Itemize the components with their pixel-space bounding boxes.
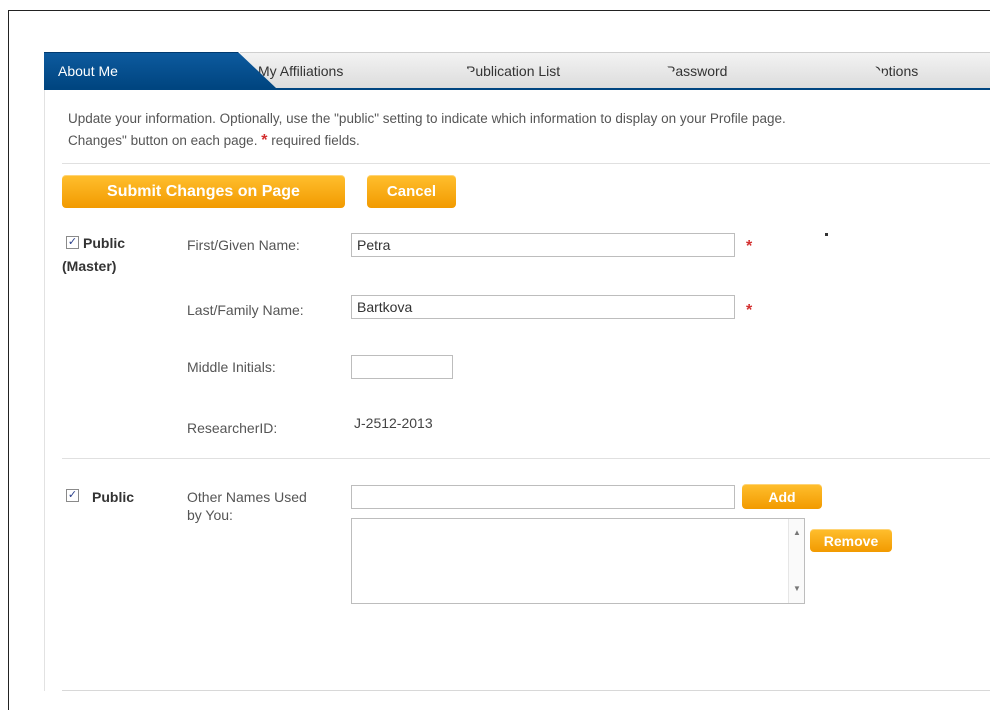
tab-about-me[interactable]: About Me: [44, 52, 276, 88]
researcherid-value: J-2512-2013: [354, 415, 433, 431]
required-star-icon: *: [746, 238, 753, 255]
tab-publication-list[interactable]: Publication List: [448, 52, 690, 88]
other-names-input[interactable]: [351, 485, 735, 509]
researcherid-label: ResearcherID:: [187, 420, 278, 436]
last-name-field[interactable]: [351, 295, 735, 319]
tab-password[interactable]: Password: [648, 52, 898, 88]
tab-bar: Options Password Publication List My Aff…: [44, 52, 990, 88]
remove-button[interactable]: Remove: [810, 529, 892, 552]
intro-line-2-text: Changes" button on each page.: [68, 133, 258, 148]
cancel-button[interactable]: Cancel: [367, 175, 456, 208]
required-fields-text: required fields.: [271, 133, 360, 148]
scrollbar[interactable]: ▲ ▼: [788, 519, 804, 603]
other-names-label-line-1: Other Names Used: [187, 489, 307, 505]
other-names-label-line-2: by You:: [187, 507, 233, 523]
last-name-label: Last/Family Name:: [187, 302, 304, 318]
public-other-names-checkbox[interactable]: ✓: [66, 489, 79, 502]
scroll-up-icon[interactable]: ▲: [789, 525, 805, 541]
tab-my-affiliations[interactable]: My Affiliations: [240, 52, 488, 88]
required-star-icon: *: [261, 132, 268, 149]
public-master-sublabel: (Master): [62, 258, 117, 274]
tab-label: Publication List: [466, 63, 561, 79]
submit-changes-button[interactable]: Submit Changes on Page: [62, 175, 345, 208]
add-button[interactable]: Add: [742, 484, 822, 509]
middle-initials-field[interactable]: [351, 355, 453, 379]
required-star-icon: *: [746, 302, 753, 319]
public-master-checkbox[interactable]: ✓: [66, 236, 79, 249]
public-other-names-label: Public: [92, 489, 135, 505]
other-names-list[interactable]: ▲ ▼: [351, 518, 805, 604]
first-name-label: First/Given Name:: [187, 237, 300, 253]
middle-initials-label: Middle Initials:: [187, 359, 276, 375]
intro-text: Update your information. Optionally, use…: [68, 108, 990, 152]
divider: [62, 163, 990, 164]
intro-line-2: Changes" button on each page. * required…: [68, 130, 990, 152]
divider: [62, 458, 990, 459]
tab-label: About Me: [58, 63, 118, 79]
first-name-field[interactable]: [351, 233, 735, 257]
stray-dot: [825, 233, 828, 236]
tab-label: My Affiliations: [258, 63, 344, 79]
scroll-down-icon[interactable]: ▼: [789, 581, 805, 597]
public-master-label: Public: [83, 235, 126, 251]
other-names-label: Other Names Used by You:: [187, 488, 307, 524]
intro-line-1: Update your information. Optionally, use…: [68, 111, 786, 126]
